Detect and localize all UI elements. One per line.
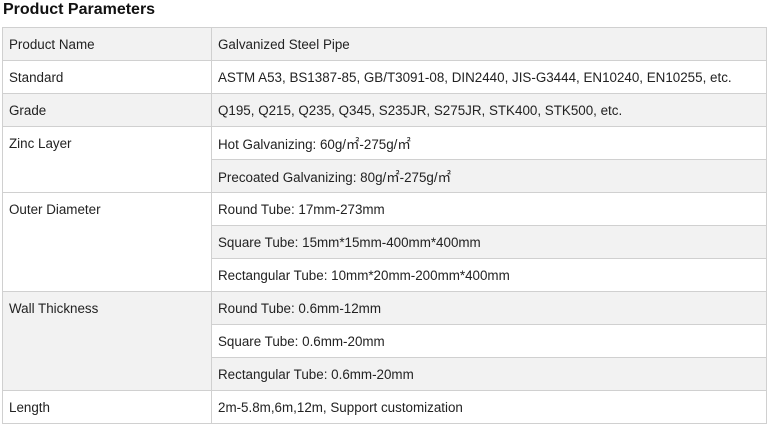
table-row-standard: Standard ASTM A53, BS1387-85, GB/T3091-0… (2, 60, 767, 94)
param-value-grade: Q195, Q215, Q235, Q345, S235JR, S275JR, … (211, 93, 767, 127)
param-value-outer-diameter-1: Round Tube: 17mm-273mm (211, 192, 767, 226)
param-value-length: 2m-5.8m,6m,12m, Support customization (211, 390, 767, 424)
product-parameters-table: Product Name Galvanized Steel Pipe Stand… (2, 27, 767, 424)
param-label-outer-diameter: Outer Diameter (2, 192, 212, 292)
param-value-zinc-layer-2: Precoated Galvanizing: 80g/㎡-275g/㎡ (211, 159, 767, 193)
param-value-standard: ASTM A53, BS1387-85, GB/T3091-08, DIN244… (211, 60, 767, 94)
table-row-length: Length 2m-5.8m,6m,12m, Support customiza… (2, 390, 767, 424)
section-title: Product Parameters (3, 1, 156, 18)
param-label-standard: Standard (2, 60, 212, 94)
table-row-grade: Grade Q195, Q215, Q235, Q345, S235JR, S2… (2, 93, 767, 127)
param-value-product-name: Galvanized Steel Pipe (211, 27, 767, 61)
param-value-wall-thickness-2: Square Tube: 0.6mm-20mm (211, 324, 767, 358)
table-row-product-name: Product Name Galvanized Steel Pipe (2, 27, 767, 61)
param-value-wall-thickness-3: Rectangular Tube: 0.6mm-20mm (211, 357, 767, 391)
param-label-product-name: Product Name (2, 27, 212, 61)
param-label-zinc-layer: Zinc Layer (2, 126, 212, 193)
param-value-zinc-layer-1: Hot Galvanizing: 60g/㎡-275g/㎡ (211, 126, 767, 160)
param-value-outer-diameter-3: Rectangular Tube: 10mm*20mm-200mm*400mm (211, 258, 767, 292)
param-label-length: Length (2, 390, 212, 424)
param-label-wall-thickness: Wall Thickness (2, 291, 212, 391)
table-row-outer-diameter-1: Outer Diameter Round Tube: 17mm-273mm (2, 192, 767, 292)
table-row-zinc-layer-1: Zinc Layer Hot Galvanizing: 60g/㎡-275g/㎡ (2, 126, 767, 193)
param-value-outer-diameter-2: Square Tube: 15mm*15mm-400mm*400mm (211, 225, 767, 259)
table-row-wall-thickness-1: Wall Thickness Round Tube: 0.6mm-12mm (2, 291, 767, 391)
param-value-wall-thickness-1: Round Tube: 0.6mm-12mm (211, 291, 767, 325)
param-label-grade: Grade (2, 93, 212, 127)
